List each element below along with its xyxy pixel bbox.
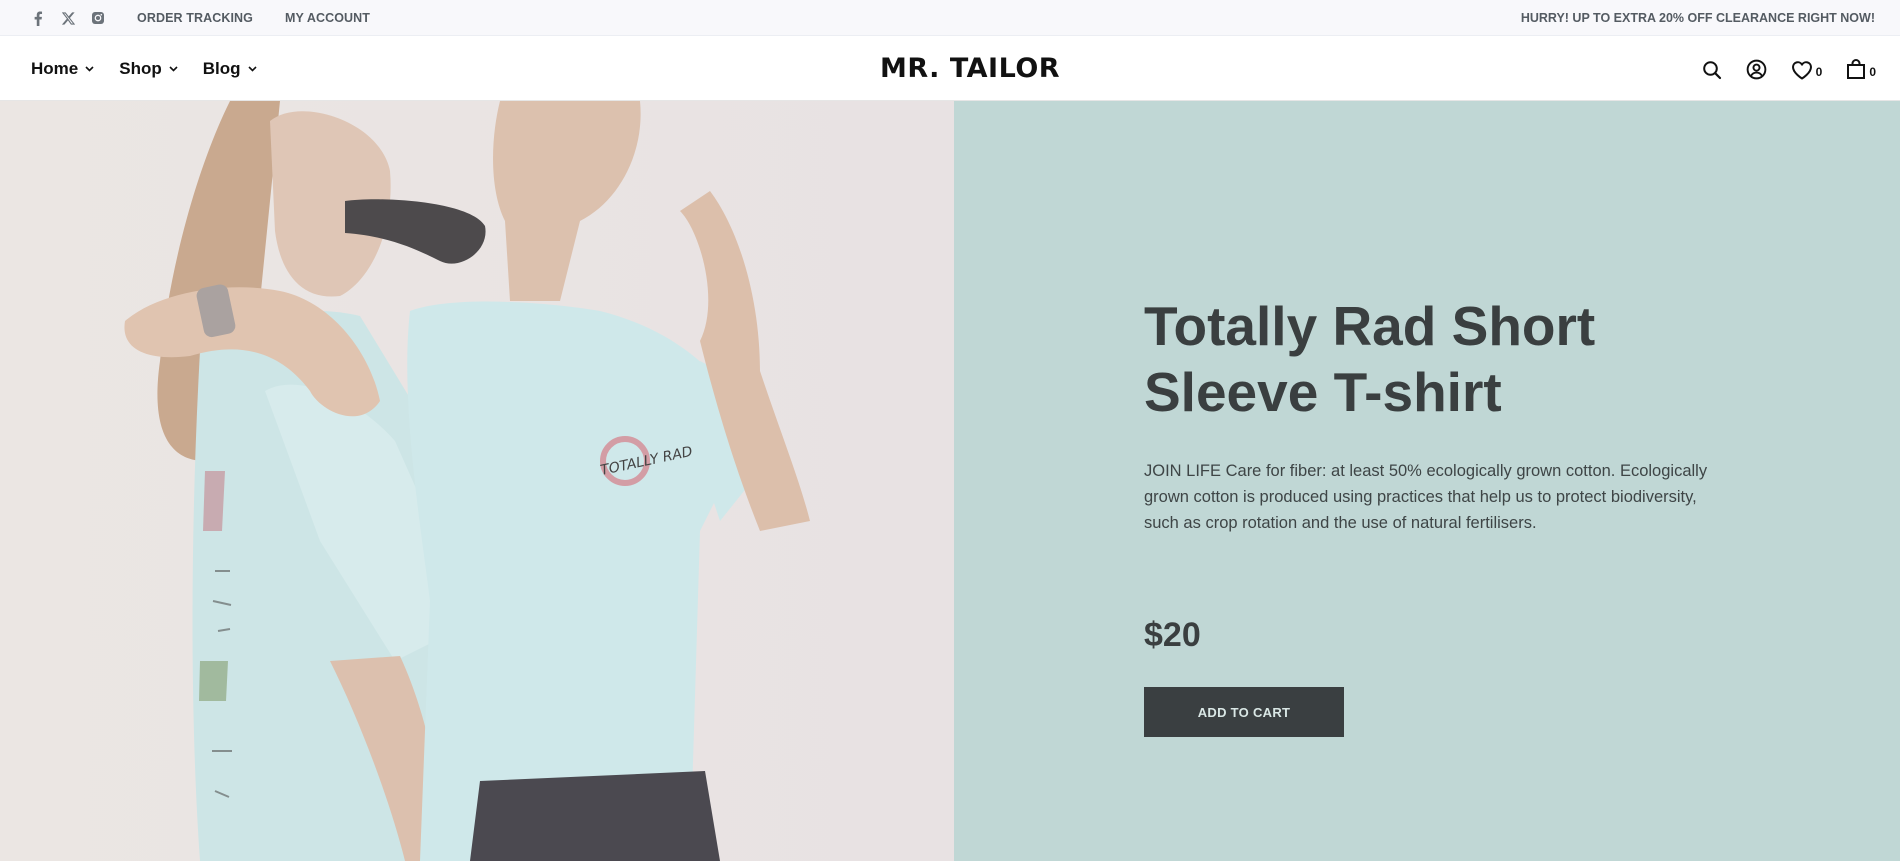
nav-label: Home <box>31 59 79 78</box>
instagram-icon[interactable] <box>90 10 106 26</box>
account-button[interactable] <box>1746 59 1767 80</box>
order-tracking-link[interactable]: ORDER TRACKING <box>137 11 253 25</box>
product-panel: Totally Rad Short Sleeve T-shirt JOIN LI… <box>954 101 1900 861</box>
social-links <box>30 10 106 26</box>
cart-count: 0 <box>1869 64 1876 79</box>
top-links: ORDER TRACKING MY ACCOUNT <box>137 11 370 25</box>
top-bar: ORDER TRACKING MY ACCOUNT HURRY! UP TO E… <box>0 0 1900 36</box>
header-icons: 0 0 <box>1702 59 1876 80</box>
nav-label: Blog <box>202 59 241 78</box>
chevron-down-icon <box>85 66 94 72</box>
main-header: Home Shop Blog MR. TAILOR 0 0 <box>0 36 1900 101</box>
site-logo[interactable]: MR. TAILOR <box>880 53 1060 84</box>
add-to-cart-button[interactable]: ADD TO CART <box>1144 687 1344 737</box>
search-button[interactable] <box>1702 60 1722 80</box>
heart-icon <box>1791 60 1812 79</box>
product-price: $20 <box>1144 616 1201 654</box>
nav-item-blog[interactable]: Blog <box>203 59 257 79</box>
search-icon <box>1702 60 1721 79</box>
user-icon <box>1746 59 1766 80</box>
nav-item-home[interactable]: Home <box>31 59 94 79</box>
cart-button[interactable]: 0 <box>1846 59 1876 80</box>
nav-item-shop[interactable]: Shop <box>119 59 178 79</box>
chevron-down-icon <box>169 66 178 72</box>
my-account-link[interactable]: MY ACCOUNT <box>285 11 370 25</box>
wishlist-button[interactable]: 0 <box>1791 60 1823 80</box>
models-photo: TOTALLY RAD <box>0 101 954 861</box>
x-twitter-icon[interactable] <box>60 10 76 26</box>
hero-image: TOTALLY RAD <box>0 101 954 861</box>
product-description: JOIN LIFE Care for fiber: at least 50% e… <box>1144 462 1708 532</box>
facebook-icon[interactable] <box>30 10 46 26</box>
main-nav: Home Shop Blog <box>31 59 257 79</box>
chevron-down-icon <box>247 66 257 72</box>
product-title: Totally Rad Short Sleeve T-shirt <box>1144 295 1596 423</box>
shopping-bag-icon <box>1847 59 1866 79</box>
promo-text: HURRY! UP TO EXTRA 20% OFF CLEARANCE RIG… <box>1520 11 1875 25</box>
nav-label: Shop <box>119 59 162 78</box>
hero-section: TOTALLY RAD Totally Rad Short Sleeve T-s… <box>0 101 1900 861</box>
wishlist-count: 0 <box>1815 64 1823 79</box>
